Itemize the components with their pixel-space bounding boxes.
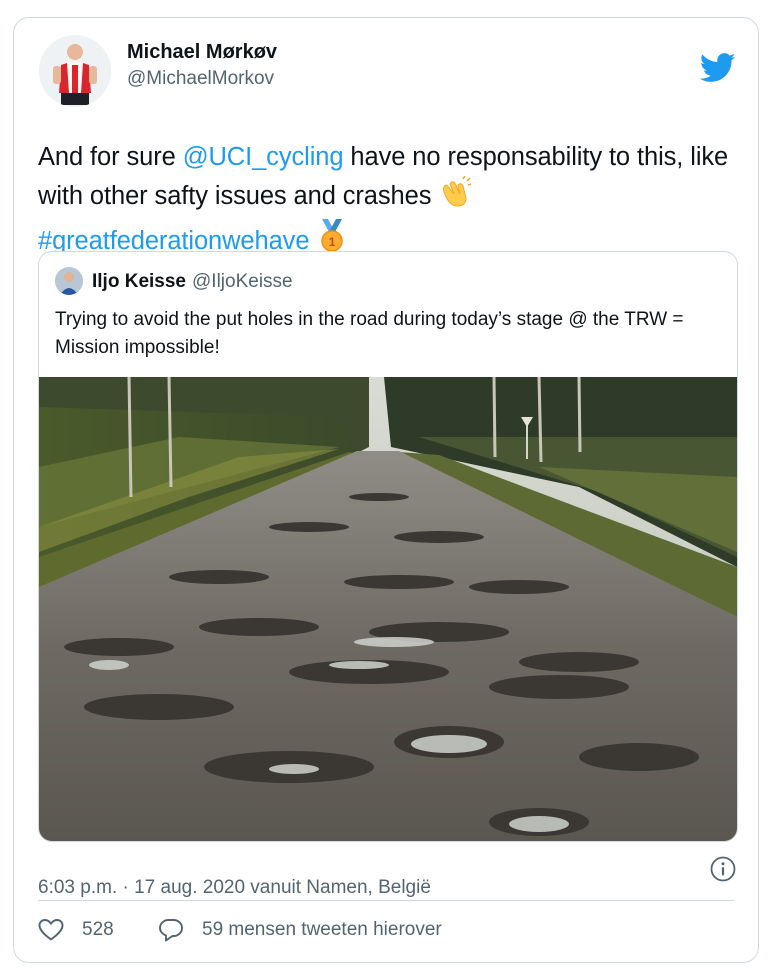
author-name[interactable]: Michael Mørkøv [127,39,277,65]
tweet-card: Michael Mørkøv @MichaelMorkov And for su… [13,17,759,963]
avatar[interactable] [39,35,111,107]
like-action[interactable]: 528 [38,918,114,942]
comment-icon[interactable] [158,918,184,942]
svg-text:1: 1 [329,235,336,249]
retweet-people-count[interactable]: 59 mensen tweeten hierover [202,919,442,941]
quoted-tweet[interactable]: Iljo Keisse @IljoKeisse Trying to avoid t… [38,251,738,842]
quoted-author-handle[interactable]: @IljoKeisse [192,271,293,292]
heart-icon[interactable] [38,918,64,942]
tweet-timestamp[interactable]: 6:03 p.m. · 17 aug. 2020 vanuit Namen, B… [38,876,431,900]
tweet-text-part1: And for sure [38,143,183,171]
comment-action[interactable]: 59 mensen tweeten hierover [158,918,442,942]
tweet-header: Michael Mørkøv @MichaelMorkov [39,35,738,111]
quoted-avatar[interactable] [55,267,83,295]
pothole-road-image[interactable] [39,377,737,841]
author-handle[interactable]: @MichaelMorkov [127,67,277,91]
info-icon[interactable] [710,856,736,882]
author-block[interactable]: Michael Mørkøv @MichaelMorkov [127,39,277,91]
tweet-text: And for sure @UCI_cycling have no respon… [38,138,738,264]
divider [38,900,734,901]
quoted-author-name[interactable]: Iljo Keisse [92,271,186,292]
mention-link[interactable]: @UCI_cycling [183,143,344,171]
clapping-hands-emoji [438,175,472,219]
quoted-text: Trying to avoid the put holes in the roa… [55,309,684,358]
quoted-author[interactable]: Iljo Keisse @IljoKeisse [92,270,293,294]
twitter-bird-icon[interactable] [700,53,736,83]
like-count: 528 [82,919,114,940]
